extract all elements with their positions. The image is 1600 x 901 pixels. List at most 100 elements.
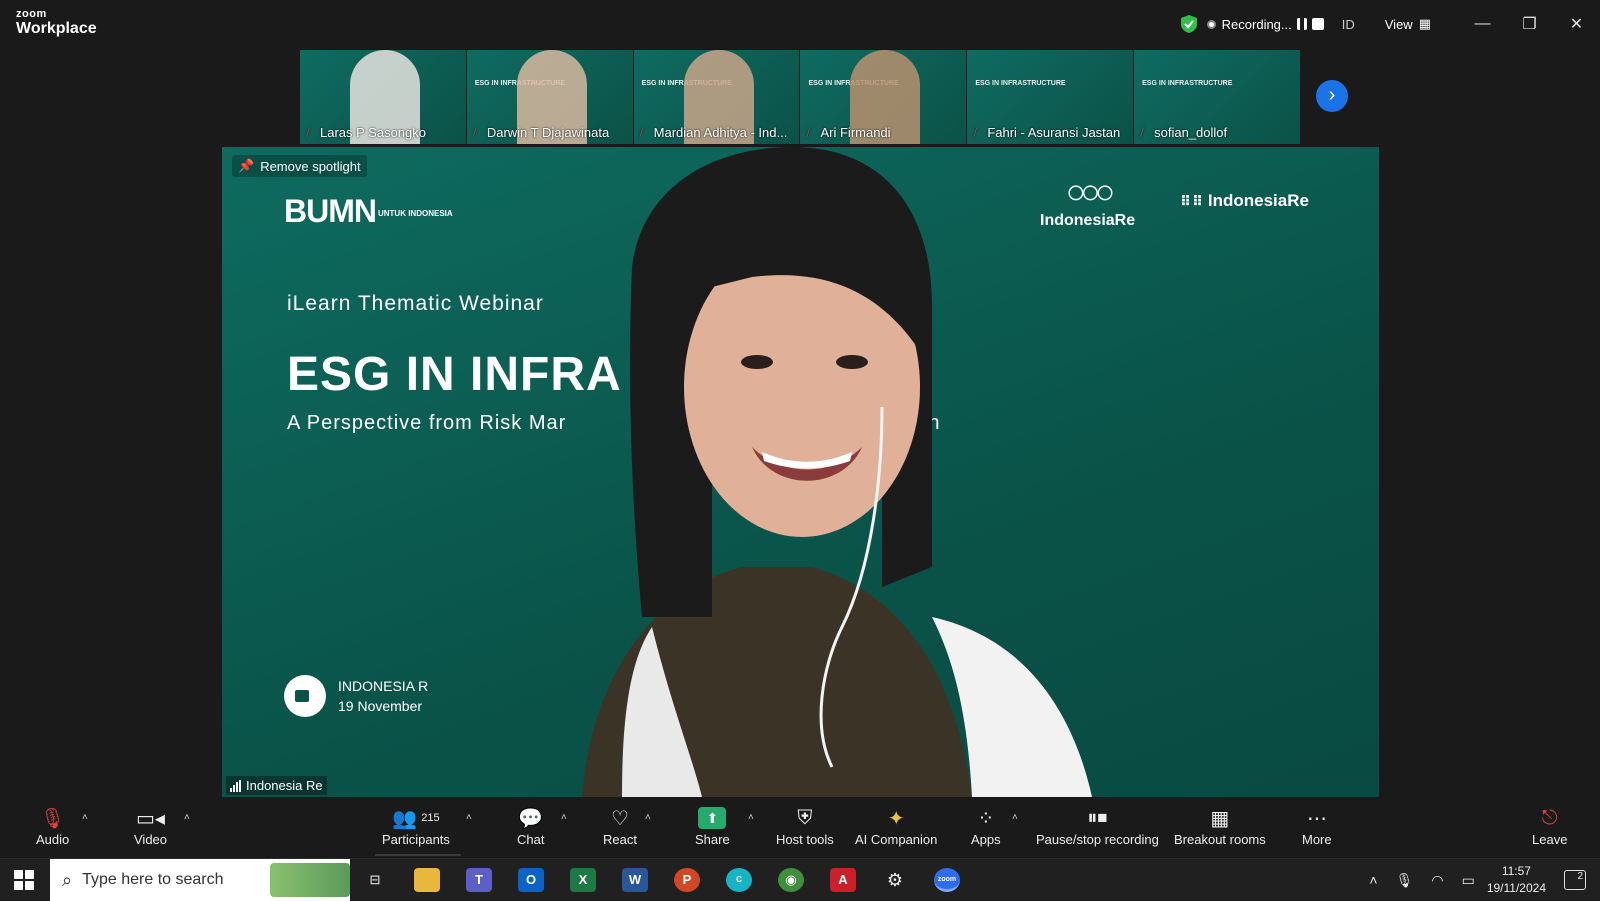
participant-tile[interactable]: ESG IN INFRASTRUCTURE ⧸Darwin T Djajawin…: [466, 50, 633, 144]
chat-button[interactable]: 💬 Chat: [517, 804, 545, 848]
mic-muted-icon: ⧸: [806, 126, 811, 139]
apps-options-chevron-icon[interactable]: ˄: [1012, 812, 1018, 823]
ai-companion-button[interactable]: ✦ AI Companion: [855, 804, 938, 848]
video-button[interactable]: ▭◂ Video: [134, 804, 168, 848]
mic-muted-icon: ⧸: [973, 126, 978, 139]
participants-active-underline: [375, 854, 461, 856]
zoom-camera-icon: [284, 675, 326, 717]
system-tray: ˄ 🎙 ◠ ▭ 11:57 19/11/2024 2: [1369, 859, 1600, 901]
pause-stop-recording-button[interactable]: ⏸⏹ Pause/stop recording: [1036, 804, 1159, 848]
clock-date: 19/11/2024: [1486, 881, 1546, 895]
more-dots-icon: ⋯: [1306, 807, 1327, 830]
participant-tile[interactable]: ESG IN INFRASTRUCTURE ⧸ Fahri - Asuransi …: [967, 50, 1134, 144]
powerpoint-icon[interactable]: P: [674, 868, 700, 892]
mic-muted-icon: ⧸: [472, 126, 477, 139]
share-label: Share: [695, 832, 730, 847]
view-button[interactable]: View ▦: [1385, 16, 1431, 32]
video-label: Video: [134, 832, 168, 847]
leave-button[interactable]: ⎋ Leave: [1532, 804, 1567, 848]
pause-stop-icon: ⏸⏹: [1087, 806, 1108, 829]
video-options-chevron-icon[interactable]: ˄: [184, 812, 190, 823]
battery-icon[interactable]: ▭: [1462, 872, 1475, 889]
search-highlight-image: [270, 863, 350, 897]
host-tools-button[interactable]: ⛨ Host tools: [776, 804, 834, 848]
task-view-icon[interactable]: ⊟: [362, 868, 388, 892]
recording-dot-icon: [1206, 19, 1216, 29]
remove-spotlight-button[interactable]: 📌 Remove spotlight: [232, 155, 367, 177]
windows-taskbar: ⌕ Type here to search ⊟ T O X W P C ◉ A …: [0, 858, 1600, 901]
bumn-logo-text: BUMN: [284, 193, 377, 229]
close-button[interactable]: ✕: [1553, 14, 1600, 34]
breakout-rooms-button[interactable]: ▦ Breakout rooms: [1174, 804, 1266, 848]
title-bar: zoom Workplace Recording... ID View ▦ — …: [0, 0, 1600, 46]
stop-recording-icon[interactable]: [1311, 18, 1324, 30]
file-explorer-icon[interactable]: [414, 868, 440, 892]
outlook-icon[interactable]: O: [518, 868, 544, 892]
participant-tile[interactable]: ESG IN INFRASTRUCTURE ⧸Ari Firmandi: [800, 50, 967, 144]
chrome-icon[interactable]: ◉: [778, 868, 804, 892]
participant-name-row: ⧸ sofian_dollof: [1140, 125, 1227, 140]
restore-button[interactable]: ❐: [1506, 14, 1553, 34]
share-button[interactable]: ⬆ Share: [695, 804, 730, 847]
participant-tile[interactable]: ESG IN INFRASTRUCTURE ⧸ sofian_dollof: [1134, 50, 1300, 144]
react-options-chevron-icon[interactable]: ˄: [645, 812, 651, 823]
windows-start-icon[interactable]: [14, 870, 34, 890]
leave-door-icon: ⎋: [1541, 806, 1558, 829]
institute-logo-text: IndonesiaRe: [1207, 191, 1309, 210]
next-page-button[interactable]: ›: [1316, 80, 1348, 112]
participants-options-chevron-icon[interactable]: ˄: [466, 812, 472, 823]
ai-companion-label: AI Companion: [855, 832, 938, 847]
share-icon-wrap: ⬆: [698, 804, 727, 832]
teams-icon[interactable]: T: [466, 868, 492, 892]
microphone-icon[interactable]: 🎙: [1396, 872, 1414, 889]
signal-strength-icon: [230, 779, 241, 792]
canva-icon[interactable]: C: [726, 868, 752, 892]
heart-icon: ♡: [611, 807, 629, 830]
title-bar-controls: Recording... ID View ▦ — ❐ ✕: [1180, 12, 1600, 36]
main-video-stage: BUMN UNTUK INDONESIA ○○○ IndonesiaRe ⠿⠿ In…: [222, 147, 1379, 797]
participant-name-row: ⧸ Ari Firmandi: [806, 125, 890, 140]
more-button[interactable]: ⋯ More: [1302, 804, 1332, 848]
react-button[interactable]: ♡ React: [603, 804, 637, 848]
participant-name: sofian_dollof: [1154, 125, 1228, 140]
word-icon[interactable]: W: [622, 868, 648, 892]
settings-gear-icon[interactable]: ⚙: [882, 868, 908, 892]
encryption-shield-icon[interactable]: [1180, 15, 1197, 33]
apps-button[interactable]: ⁘ Apps: [971, 804, 1001, 848]
notification-icon[interactable]: 2: [1564, 870, 1586, 890]
thumb-slide-title: ESG IN INFRASTRUCTURE: [1142, 80, 1233, 87]
participant-name: Ari Firmandi: [820, 125, 891, 140]
chat-label: Chat: [517, 832, 545, 847]
participant-tile[interactable]: ⧸ Laras P Sasongko: [300, 50, 466, 144]
remove-spotlight-label: Remove spotlight: [260, 158, 361, 174]
pause-recording-icon[interactable]: [1296, 18, 1307, 30]
video-camera-icon: ▭◂: [136, 807, 165, 830]
participant-name-row: ⧸ Fahri - Asuransi Jastan: [973, 125, 1120, 140]
audio-options-chevron-icon[interactable]: ˄: [82, 812, 88, 823]
pin-icon: 📌: [238, 158, 255, 173]
chevron-up-icon[interactable]: ˄: [1369, 872, 1377, 888]
meeting-toolbar: 🎙 Audio ˄ ▭◂ Video ˄ 👥 215 Participants ˄…: [0, 798, 1600, 858]
minimize-button[interactable]: —: [1459, 15, 1506, 33]
participant-name: Laras P Sasongko: [320, 125, 426, 140]
acrobat-icon[interactable]: A: [830, 868, 856, 892]
share-arrow-icon: ⬆: [698, 807, 727, 829]
apps-label: Apps: [971, 832, 1001, 847]
excel-icon[interactable]: X: [570, 868, 596, 892]
chat-options-chevron-icon[interactable]: ˄: [561, 812, 567, 823]
search-placeholder: Type here to search: [82, 871, 224, 888]
taskbar-search-box[interactable]: ⌕ Type here to search: [50, 859, 350, 901]
wifi-icon[interactable]: ◠: [1431, 872, 1443, 889]
zoom-app-icon[interactable]: zoom: [934, 868, 960, 892]
chevron-right-icon: ›: [1328, 84, 1336, 106]
mic-muted-icon: ⧸: [306, 126, 310, 139]
participants-button[interactable]: 👥 215 Participants: [382, 804, 450, 848]
search-icon: ⌕: [62, 869, 73, 890]
participant-tile[interactable]: ESG IN INFRASTRUCTURE ⧸Mardian Adhitya -…: [633, 50, 800, 144]
language-indicator[interactable]: ID: [1342, 17, 1355, 32]
taskbar-clock[interactable]: 11:57 19/11/2024: [1487, 863, 1546, 897]
audio-button[interactable]: 🎙 Audio: [36, 804, 69, 848]
share-options-chevron-icon[interactable]: ˄: [748, 812, 754, 823]
react-label: React: [603, 832, 637, 847]
brand-top: zoom: [16, 8, 47, 20]
